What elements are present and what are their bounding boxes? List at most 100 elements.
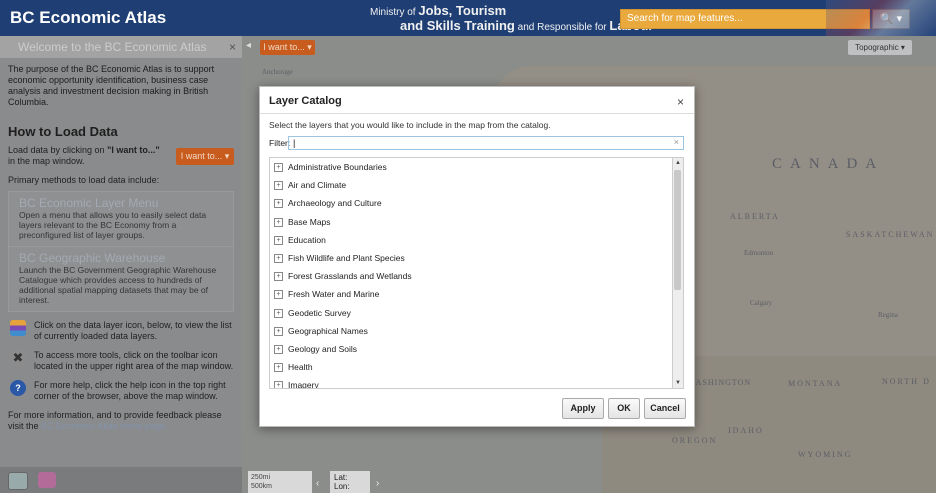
sidebar: Welcome to the BC Economic Atlas × The p…	[0, 36, 242, 493]
layer-group-item[interactable]: + Air and Climate	[270, 176, 683, 194]
coords-next-icon[interactable]: ›	[376, 478, 379, 489]
dialog-description: Select the layers that you would like to…	[269, 120, 551, 130]
layer-group-label: Forest Grasslands and Wetlands	[288, 271, 412, 282]
layer-group-label: Geographical Names	[288, 325, 368, 336]
expand-icon[interactable]: +	[274, 163, 283, 172]
dialog-close-icon[interactable]: ×	[677, 95, 684, 109]
expand-icon[interactable]: +	[274, 363, 283, 373]
layer-group-label: Health	[288, 362, 313, 373]
map-toolbar: ◂ I want to... ▾ Topographic ▾	[242, 36, 936, 58]
coords-prev-icon[interactable]: ‹	[316, 478, 319, 489]
map-label-regina: Regina	[878, 311, 898, 319]
clear-filter-icon[interactable]: ×	[674, 137, 679, 147]
tip-tools: ✖ To access more tools, click on the too…	[8, 350, 234, 372]
map-label-anchorage: Anchorage	[262, 68, 293, 76]
layer-group-item[interactable]: + Fish Wildlife and Plant Species	[270, 249, 683, 267]
layer-group-label: Base Maps	[288, 216, 331, 227]
map-label-montana: MONTANA	[788, 379, 843, 388]
sidebar-header: Welcome to the BC Economic Atlas ×	[0, 36, 242, 58]
map-label-alberta: ALBERTA	[730, 212, 780, 221]
economic-layer-menu-title[interactable]: BC Economic Layer Menu	[19, 196, 223, 210]
layer-group-item[interactable]: + Geodetic Survey	[270, 304, 683, 322]
expand-icon[interactable]: +	[274, 199, 283, 209]
sidebar-i-want-to-button[interactable]: I want to... ▾	[176, 148, 234, 165]
expand-icon[interactable]: +	[274, 253, 283, 263]
layer-group-item[interactable]: + Geology and Soils	[270, 340, 683, 358]
geographic-warehouse-desc: Launch the BC Government Geographic Ware…	[19, 265, 217, 305]
ministry-name-line2: and Skills Training	[400, 18, 515, 33]
layer-group-item[interactable]: + Base Maps	[270, 213, 683, 231]
layer-group-item[interactable]: + Archaeology and Culture	[270, 194, 683, 212]
more-info: For more information, and to provide fee…	[0, 402, 242, 440]
expand-icon[interactable]: +	[274, 272, 283, 282]
sidebar-close-icon[interactable]: ×	[229, 36, 236, 58]
layer-group-label: Fish Wildlife and Plant Species	[288, 252, 405, 263]
scale-bar: 250mi 500km	[248, 471, 312, 493]
tip-help: ? For more help, click the help icon in …	[8, 380, 234, 402]
layers-icon	[10, 320, 26, 336]
scroll-thumb[interactable]	[674, 170, 681, 290]
layer-group-item[interactable]: + Forest Grasslands and Wetlands	[270, 267, 683, 285]
help-icon: ?	[10, 380, 26, 396]
expand-icon[interactable]: +	[274, 344, 283, 354]
home-icon[interactable]	[8, 472, 28, 490]
how-to-load-heading: How to Load Data	[8, 124, 118, 139]
layer-group-label: Imagery	[288, 380, 319, 389]
ministry-name-bold: Jobs, Tourism	[418, 3, 507, 18]
methods-text: Primary methods to load data include:	[8, 175, 160, 185]
bc-flag-banner	[826, 0, 936, 36]
sidebar-title: Welcome to the BC Economic Atlas	[18, 40, 207, 54]
expand-icon[interactable]: +	[274, 326, 283, 336]
map-label-oregon: OREGON	[672, 436, 718, 445]
map-footer: 250mi 500km ‹ Lat: Lon: ›	[248, 467, 448, 493]
lon-label: Lon:	[334, 482, 350, 491]
layer-group-item[interactable]: + Imagery	[270, 376, 683, 389]
dialog-divider	[260, 113, 694, 114]
expand-icon[interactable]: +	[274, 290, 283, 300]
layer-group-item[interactable]: + Health	[270, 358, 683, 376]
basemap-selector[interactable]: Topographic ▾	[848, 40, 912, 55]
ministry-prefix: Ministry of	[370, 7, 416, 18]
map-label-north-dakota: NORTH D	[882, 377, 931, 386]
ok-button[interactable]: OK	[608, 398, 640, 419]
sidebar-footer	[0, 467, 242, 493]
expand-icon[interactable]: +	[274, 308, 283, 318]
economic-layer-menu-desc: Open a menu that allows you to easily se…	[19, 210, 207, 240]
dialog-title: Layer Catalog	[269, 95, 342, 107]
expand-icon[interactable]: +	[274, 181, 283, 191]
layer-group-item[interactable]: + Administrative Boundaries	[270, 158, 683, 176]
geographic-warehouse-box[interactable]: BC Geographic Warehouse Launch the BC Go…	[8, 247, 234, 312]
load-text-b: "I want to..."	[107, 145, 160, 155]
cancel-button[interactable]: Cancel	[644, 398, 686, 419]
economic-layer-menu-box[interactable]: BC Economic Layer Menu Open a menu that …	[8, 191, 234, 247]
tools-icon: ✖	[10, 350, 26, 366]
layer-list-scrollbar[interactable]: ▲ ▼	[672, 158, 683, 388]
app-title[interactable]: BC Economic Atlas	[10, 8, 166, 28]
collapse-sidebar-icon[interactable]: ◂	[246, 40, 251, 51]
geographic-warehouse-title[interactable]: BC Geographic Warehouse	[19, 251, 223, 265]
tip-help-text: For more help, click the help icon in th…	[34, 380, 226, 401]
map-label-wyoming: WYOMING	[798, 450, 853, 459]
map-label-saskatchewan: SASKATCHEWAN	[846, 230, 935, 239]
ministry-logo: Ministry of Jobs, Tourism and Skills Tra…	[370, 4, 653, 34]
expand-icon[interactable]: +	[274, 381, 283, 388]
filter-input[interactable]: | ×	[288, 136, 684, 150]
scroll-up-icon[interactable]: ▲	[673, 158, 683, 168]
expand-icon[interactable]: +	[274, 217, 283, 227]
layer-group-label: Education	[288, 234, 326, 245]
map-i-want-to-button[interactable]: I want to... ▾	[260, 40, 315, 55]
map-label-washington: WASHINGTON	[688, 378, 752, 387]
scroll-down-icon[interactable]: ▼	[673, 378, 683, 388]
map-label-idaho: IDAHO	[728, 426, 764, 435]
expand-icon[interactable]: +	[274, 235, 283, 245]
tip-layers: Click on the data layer icon, below, to …	[8, 320, 234, 342]
map-label-edmonton: Edmonton	[744, 249, 774, 257]
apply-button[interactable]: Apply	[562, 398, 604, 419]
layer-group-item[interactable]: + Education	[270, 231, 683, 249]
load-text-c: in the map window.	[8, 156, 85, 166]
home-page-link[interactable]: BC Economic Atlas home page.	[41, 421, 168, 431]
layer-group-item[interactable]: + Fresh Water and Marine	[270, 285, 683, 303]
layer-group-label: Geology and Soils	[288, 343, 357, 354]
layers-list-icon[interactable]	[38, 472, 56, 488]
layer-group-item[interactable]: + Geographical Names	[270, 322, 683, 340]
